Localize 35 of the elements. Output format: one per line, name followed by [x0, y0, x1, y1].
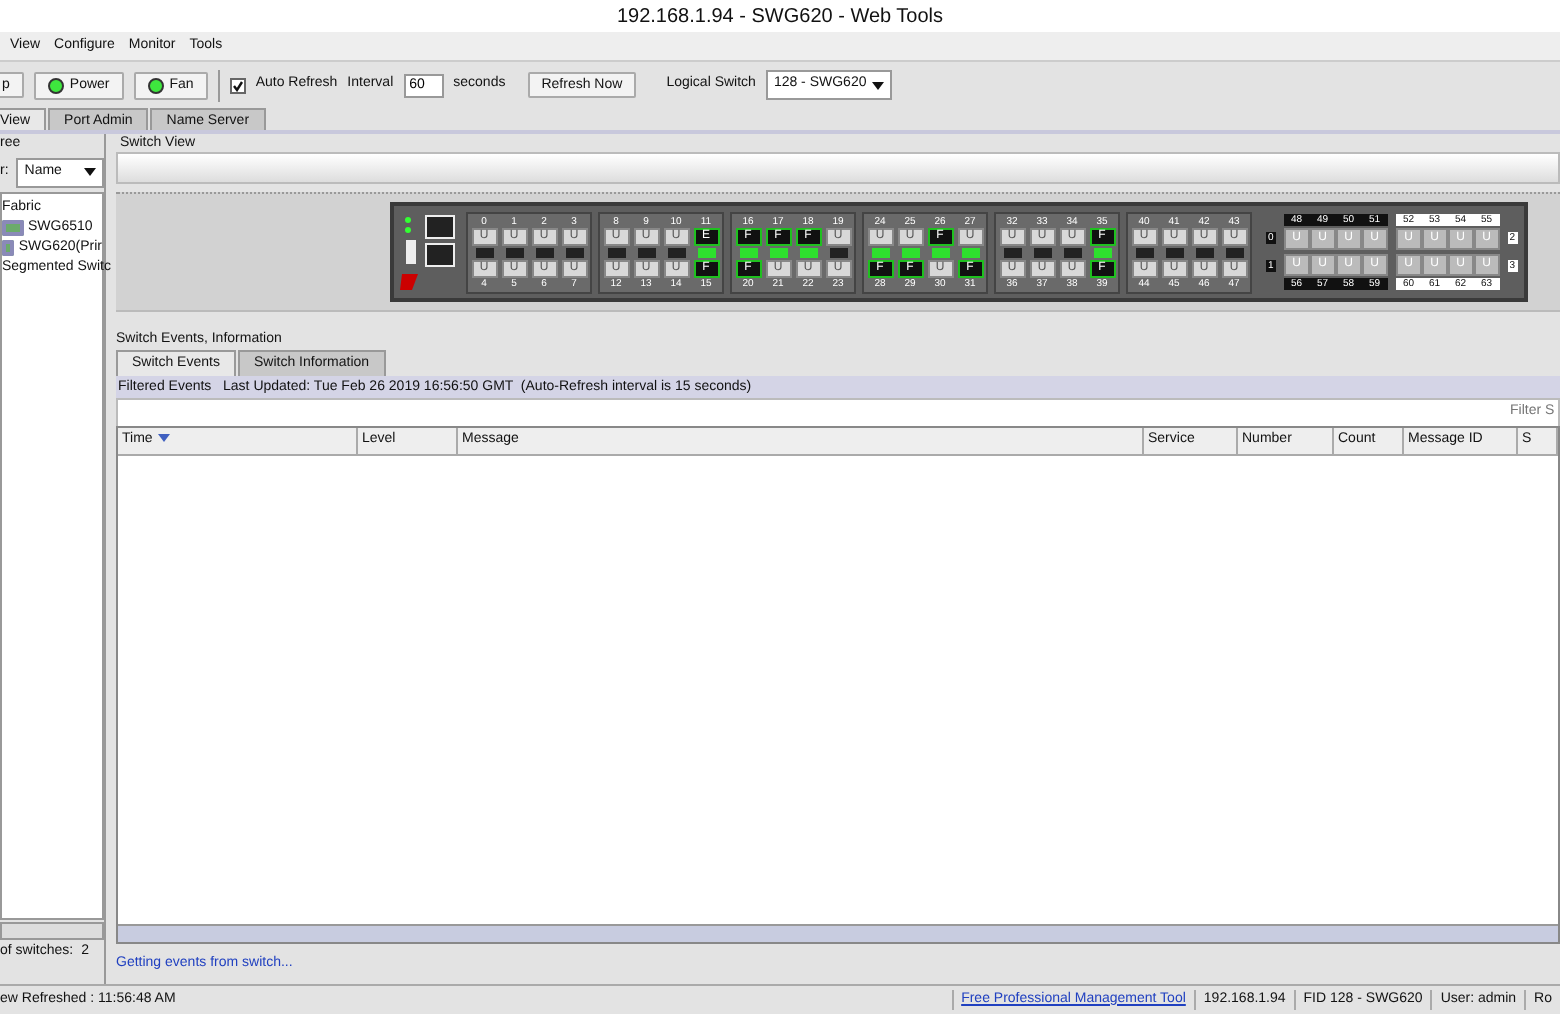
link-led-icon — [931, 247, 949, 257]
link-led-icon — [565, 247, 583, 257]
link-led-icon — [1135, 247, 1153, 257]
link-led-icon — [829, 247, 847, 257]
link-led-icon — [1195, 247, 1213, 257]
checkbox[interactable] — [229, 77, 246, 93]
link-led-icon — [1003, 247, 1021, 257]
switch-icon — [2, 219, 24, 235]
sort-icon — [158, 434, 171, 443]
link-led-icon — [769, 247, 787, 257]
check-icon — [231, 79, 244, 91]
switch-icon — [2, 239, 15, 255]
link-led-icon — [901, 247, 919, 257]
link-led-icon — [739, 247, 757, 257]
link-led-icon — [667, 247, 685, 257]
link-led-icon — [1225, 247, 1243, 257]
link-led-icon — [607, 247, 625, 257]
scrollbar[interactable] — [118, 924, 1558, 942]
link-led-icon — [1165, 247, 1183, 257]
link-led-icon — [1063, 247, 1081, 257]
caret-icon — [84, 168, 96, 177]
link-led-icon — [637, 247, 655, 257]
link-led-icon — [799, 247, 817, 257]
scrollbar[interactable] — [0, 922, 104, 940]
link-led-icon — [1033, 247, 1051, 257]
caret-icon — [872, 81, 885, 89]
link-led-icon — [505, 247, 523, 257]
link-led-icon — [475, 247, 493, 257]
link-led-icon — [1093, 247, 1111, 257]
link-led-icon — [535, 247, 553, 257]
link-led-icon — [961, 247, 979, 257]
link-led-icon — [697, 247, 715, 257]
management-ports-icon — [400, 210, 460, 294]
link-led-icon — [871, 247, 889, 257]
window-title: 192.168.1.94 - SWG620 - Web Tools — [616, 3, 944, 31]
